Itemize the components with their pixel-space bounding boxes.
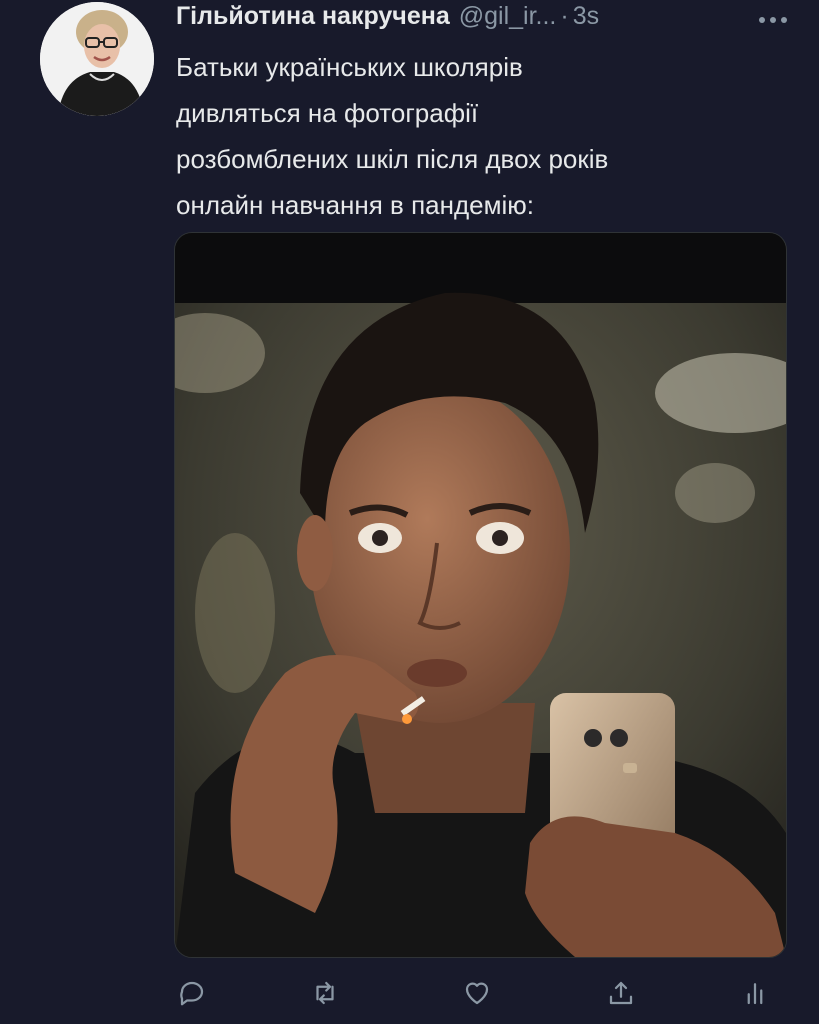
separator-dot: ·: [560, 2, 569, 30]
analytics-icon: [747, 983, 763, 1005]
reply-icon: [180, 981, 204, 1006]
more-horizontal-icon: [759, 17, 787, 23]
share-icon: [609, 981, 633, 1005]
more-options-button[interactable]: [753, 8, 793, 32]
timestamp[interactable]: 3s: [573, 2, 599, 31]
avatar-image: [40, 2, 154, 116]
heart-icon: [465, 982, 489, 1005]
reply-button[interactable]: [169, 970, 215, 1016]
photo-man-with-phone: [175, 233, 786, 957]
retweet-button[interactable]: [302, 970, 348, 1016]
display-name[interactable]: Гільйотина накручена: [176, 2, 450, 31]
user-avatar[interactable]: [40, 2, 154, 116]
share-button[interactable]: [598, 970, 644, 1016]
like-button[interactable]: [454, 970, 500, 1016]
user-handle[interactable]: @gil_ir...: [459, 2, 557, 31]
retweet-icon: [316, 981, 334, 1005]
analytics-button[interactable]: [732, 970, 778, 1016]
tweet-text: Батьки українських школярів дивляться на…: [176, 52, 609, 220]
tweet-actions: [174, 970, 785, 1016]
tweet-media-photo[interactable]: [174, 232, 787, 958]
tweet-header: Гільйотина накручена @gil_ir... · 3s: [176, 2, 759, 38]
